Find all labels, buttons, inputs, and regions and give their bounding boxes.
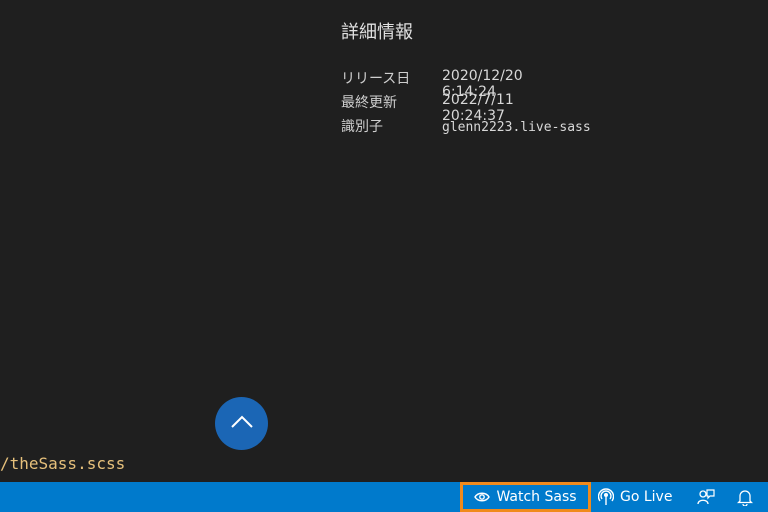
detail-label: リリース日 <box>341 71 411 87</box>
eye-icon <box>474 491 491 503</box>
detail-row-last-updated: 最終更新 2022/7/11 20:24:37 <box>341 92 514 124</box>
notifications-button[interactable] <box>737 482 753 512</box>
watch-sass-button[interactable]: Watch Sass <box>460 482 591 512</box>
status-bar: Watch Sass Go Live <box>0 482 768 512</box>
watch-sass-label: Watch Sass <box>496 489 577 505</box>
details-heading: 詳細情報 <box>341 22 413 43</box>
go-live-label: Go Live <box>620 489 673 505</box>
detail-value: glenn2223.live-sass <box>442 120 591 135</box>
broadcast-icon <box>598 488 614 506</box>
detail-row-release-date: リリース日 2020/12/20 6:14:24 <box>341 68 523 100</box>
detail-label: 識別子 <box>341 119 383 135</box>
go-live-button[interactable]: Go Live <box>598 482 672 512</box>
editor-file-path: /theSass.scss <box>0 454 126 473</box>
feedback-button[interactable] <box>697 482 715 512</box>
detail-row-identifier: 識別子 glenn2223.live-sass <box>341 116 591 164</box>
feedback-icon <box>697 488 715 506</box>
extension-details-panel: 詳細情報 リリース日 2020/12/20 6:14:24 最終更新 2022/… <box>341 18 591 164</box>
bell-icon <box>737 488 753 506</box>
scroll-to-top-button[interactable] <box>215 397 268 450</box>
chevron-up-icon <box>230 414 254 433</box>
detail-label: 最終更新 <box>341 95 397 111</box>
